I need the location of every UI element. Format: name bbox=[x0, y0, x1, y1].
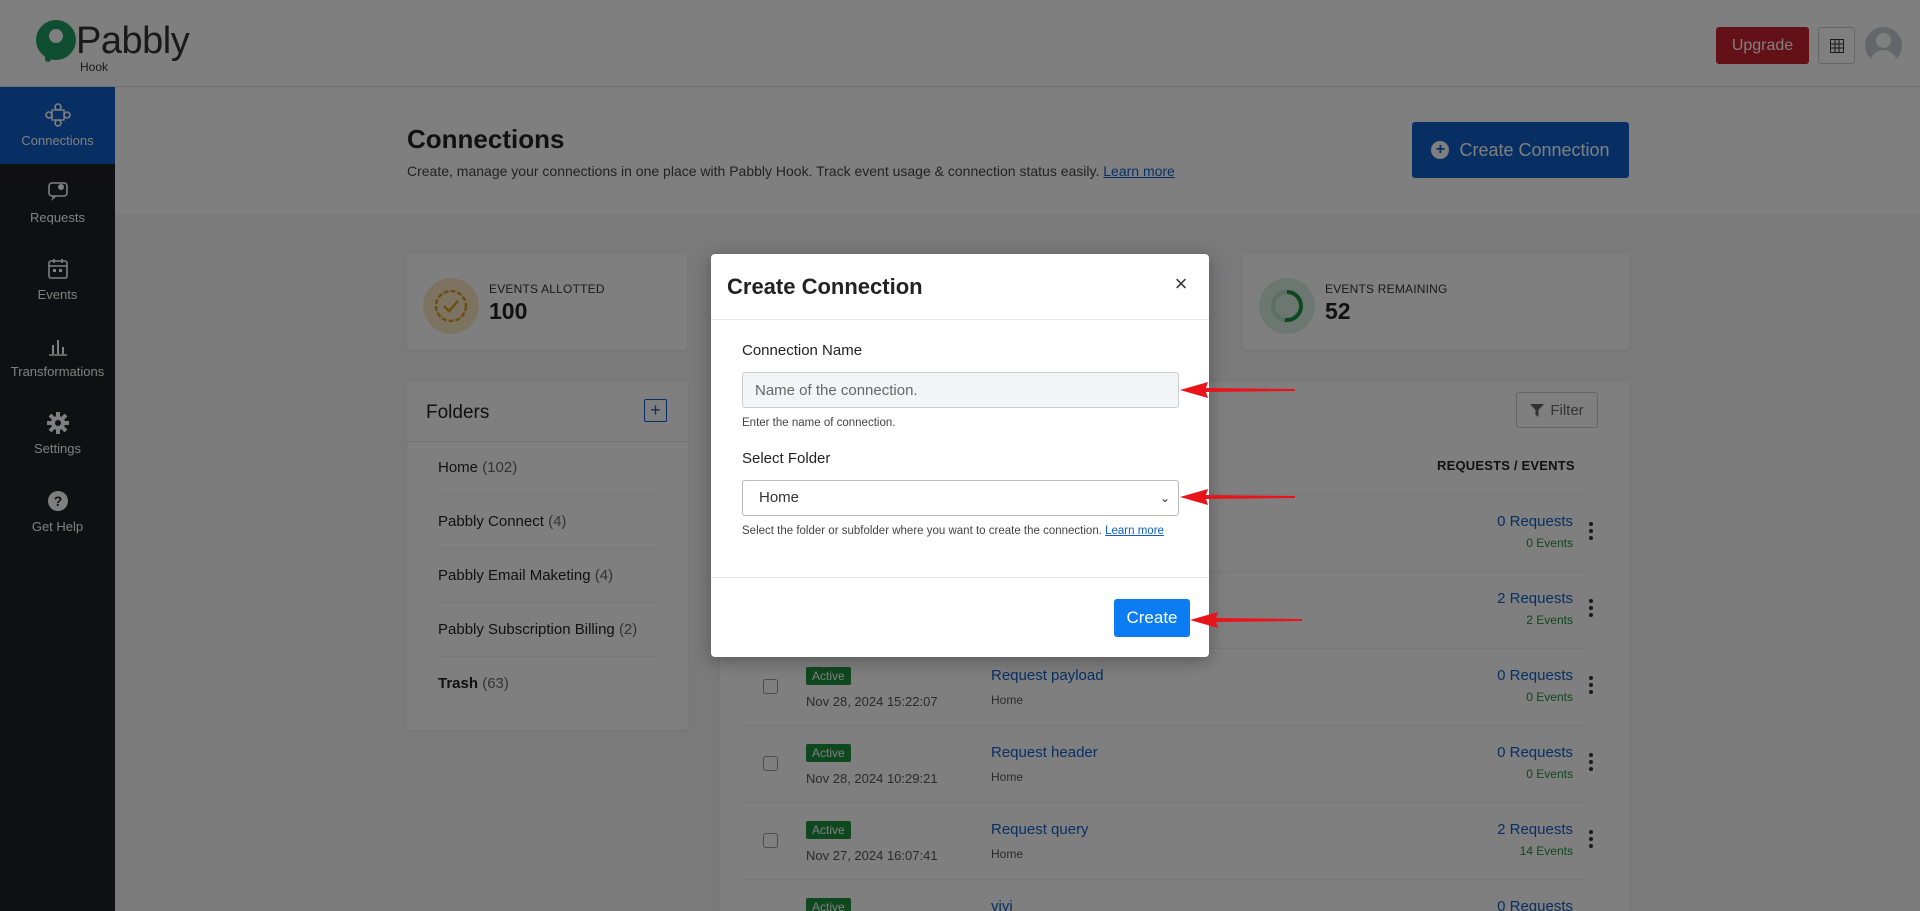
annotation-arrow-icon bbox=[1180, 489, 1295, 505]
connection-name-label: Connection Name bbox=[742, 342, 863, 359]
create-button[interactable]: Create bbox=[1114, 599, 1190, 637]
divider bbox=[711, 577, 1209, 578]
connection-name-help: Enter the name of connection. bbox=[742, 417, 896, 429]
folder-help: Select the folder or subfolder where you… bbox=[742, 522, 1179, 540]
divider bbox=[711, 319, 1209, 320]
folder-select-value: Home bbox=[759, 489, 800, 506]
close-icon[interactable]: × bbox=[1171, 273, 1191, 295]
select-folder-label: Select Folder bbox=[742, 450, 831, 467]
chevron-down-icon: ⌄ bbox=[1159, 491, 1170, 505]
folder-help-text: Select the folder or subfolder where you… bbox=[742, 525, 1102, 537]
modal-title: Create Connection bbox=[727, 274, 923, 299]
folder-select[interactable]: Home ⌄ bbox=[742, 480, 1179, 516]
annotation-arrow-icon bbox=[1180, 382, 1295, 398]
create-connection-modal: Create Connection × Connection Name Ente… bbox=[711, 254, 1209, 657]
annotation-arrow-icon bbox=[1190, 612, 1302, 628]
folder-learn-more-link[interactable]: Learn more bbox=[1105, 525, 1164, 537]
connection-name-input[interactable] bbox=[742, 372, 1179, 408]
